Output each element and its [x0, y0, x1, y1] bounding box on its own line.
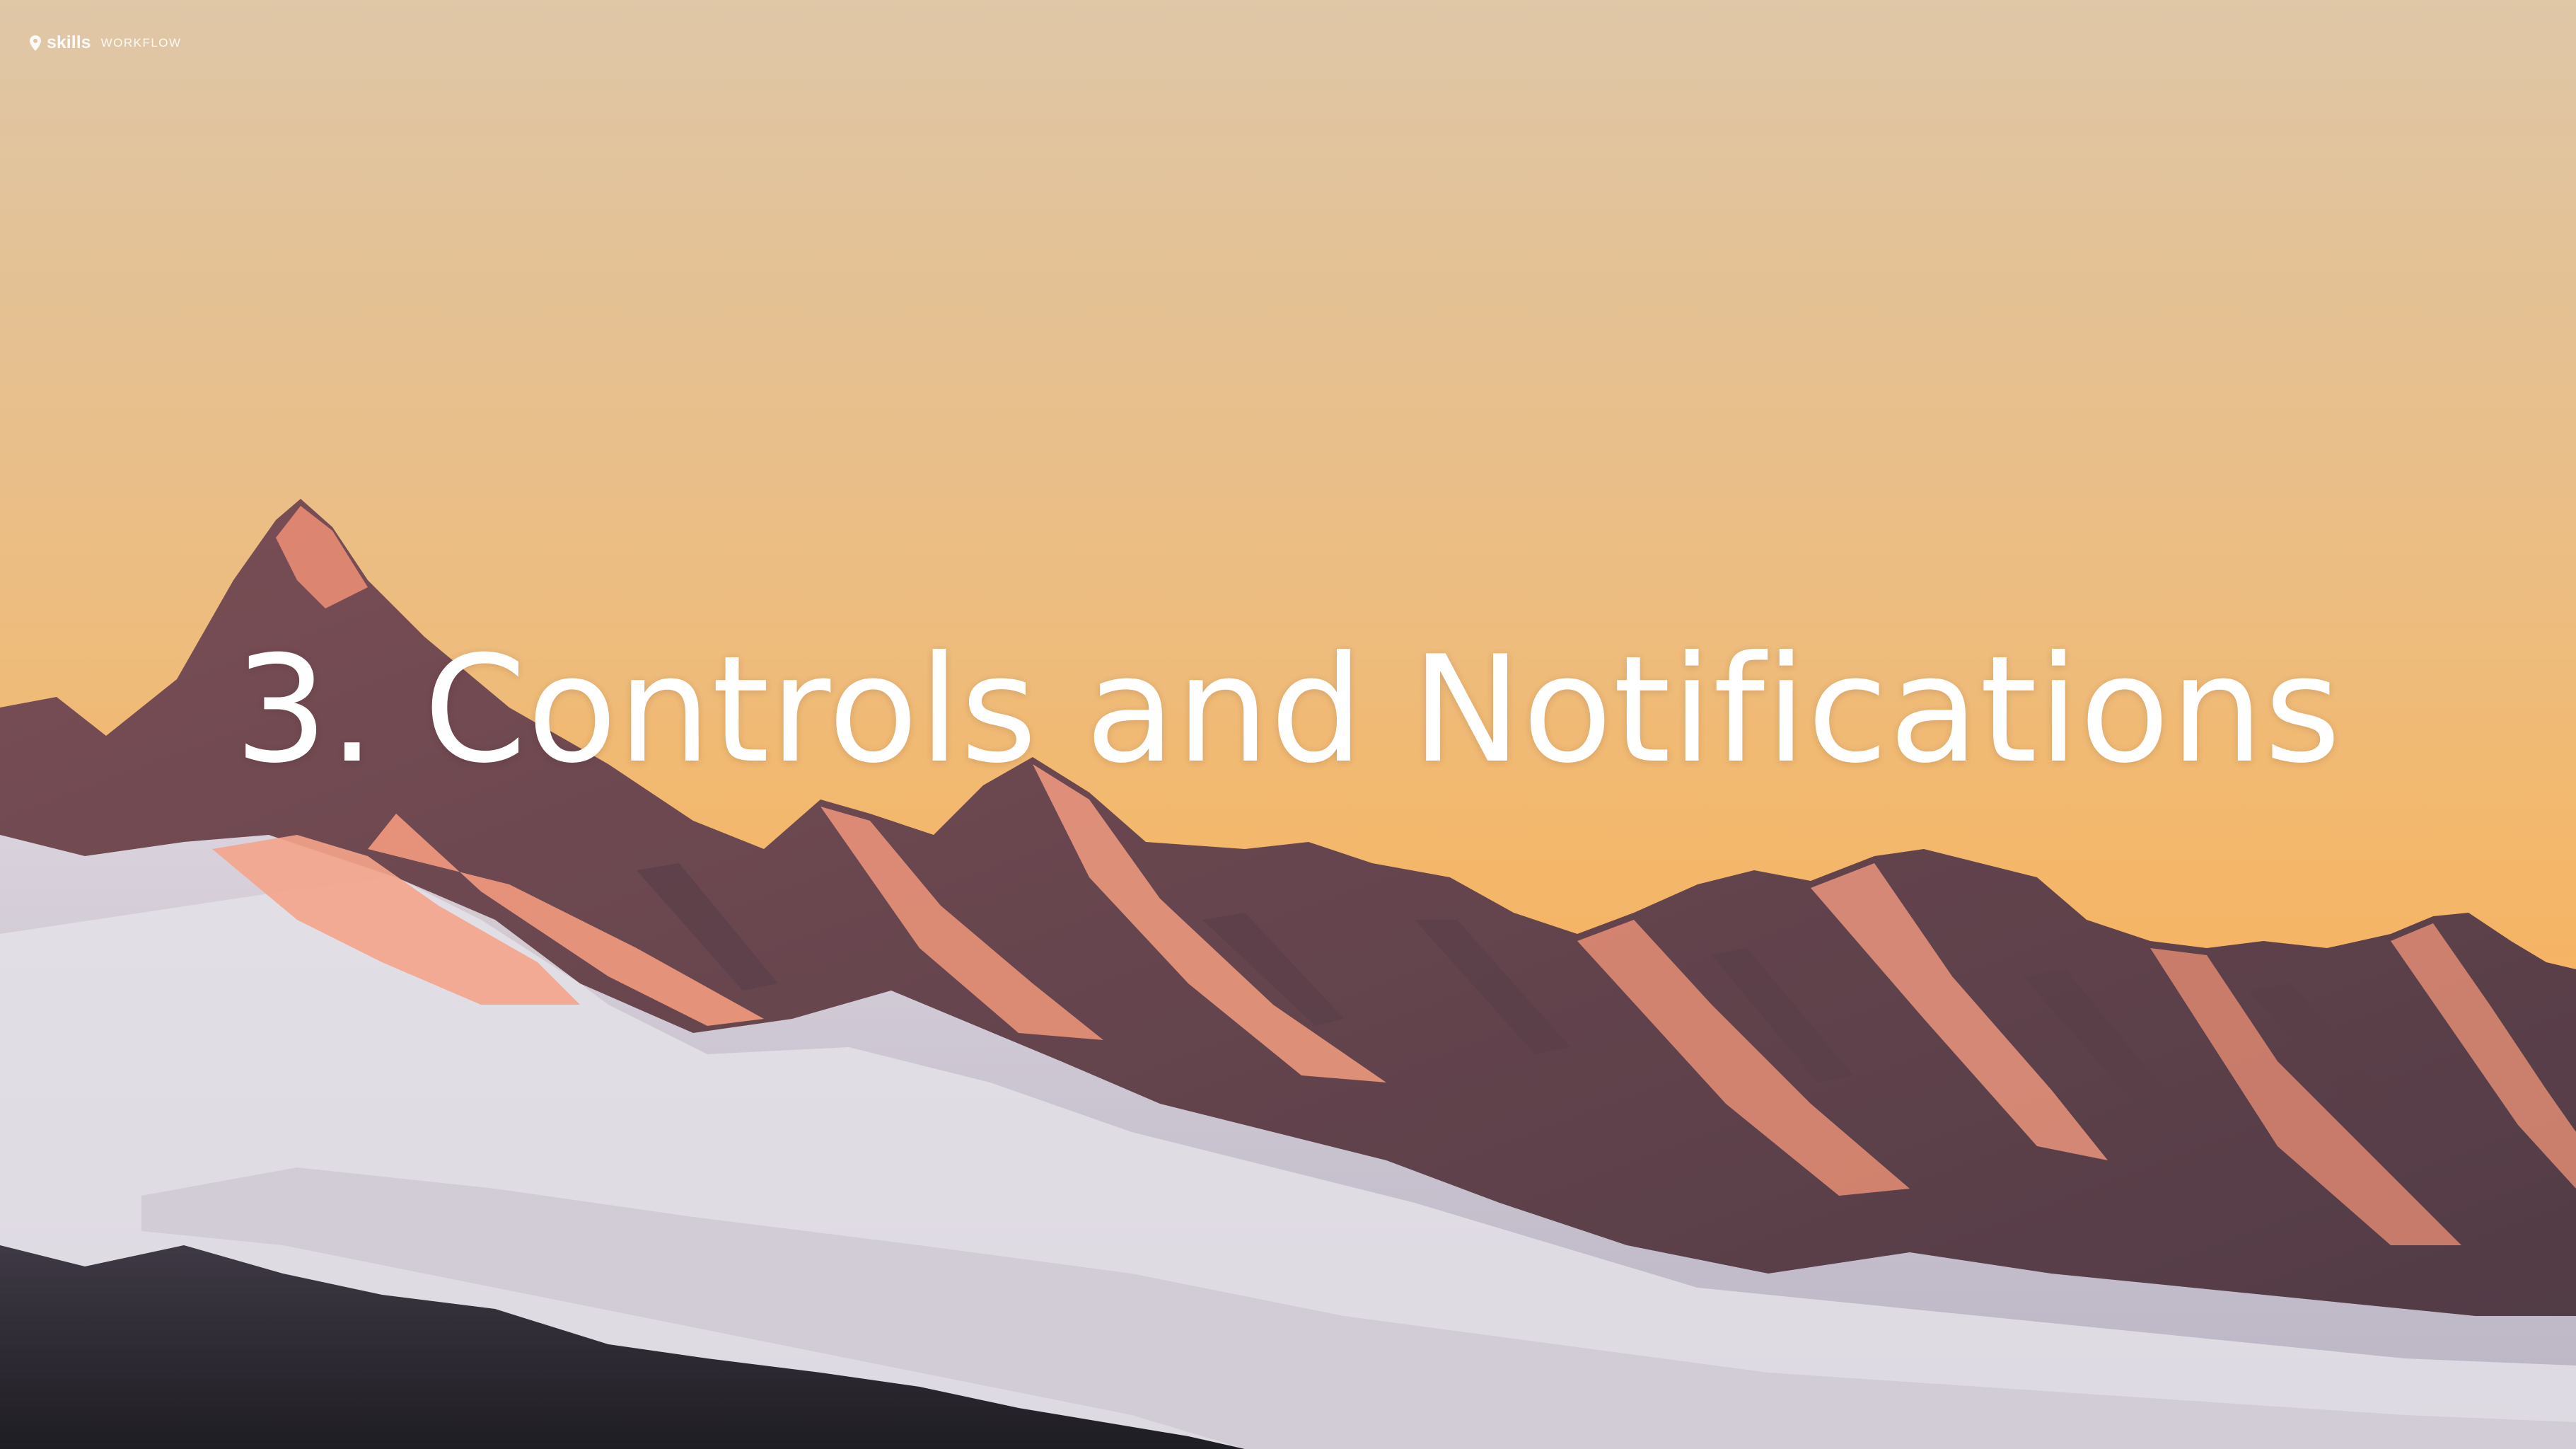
brand-subtitle: WORKFLOW — [100, 35, 182, 50]
location-pin-icon — [30, 35, 41, 51]
slide-title: 3. Controls and Notifications — [234, 625, 2342, 796]
brand-logo: skills WORKFLOW — [30, 33, 182, 53]
brand-name: skills — [47, 33, 91, 52]
title-slide: skills WORKFLOW 3. Controls and Notifica… — [0, 0, 2576, 1449]
